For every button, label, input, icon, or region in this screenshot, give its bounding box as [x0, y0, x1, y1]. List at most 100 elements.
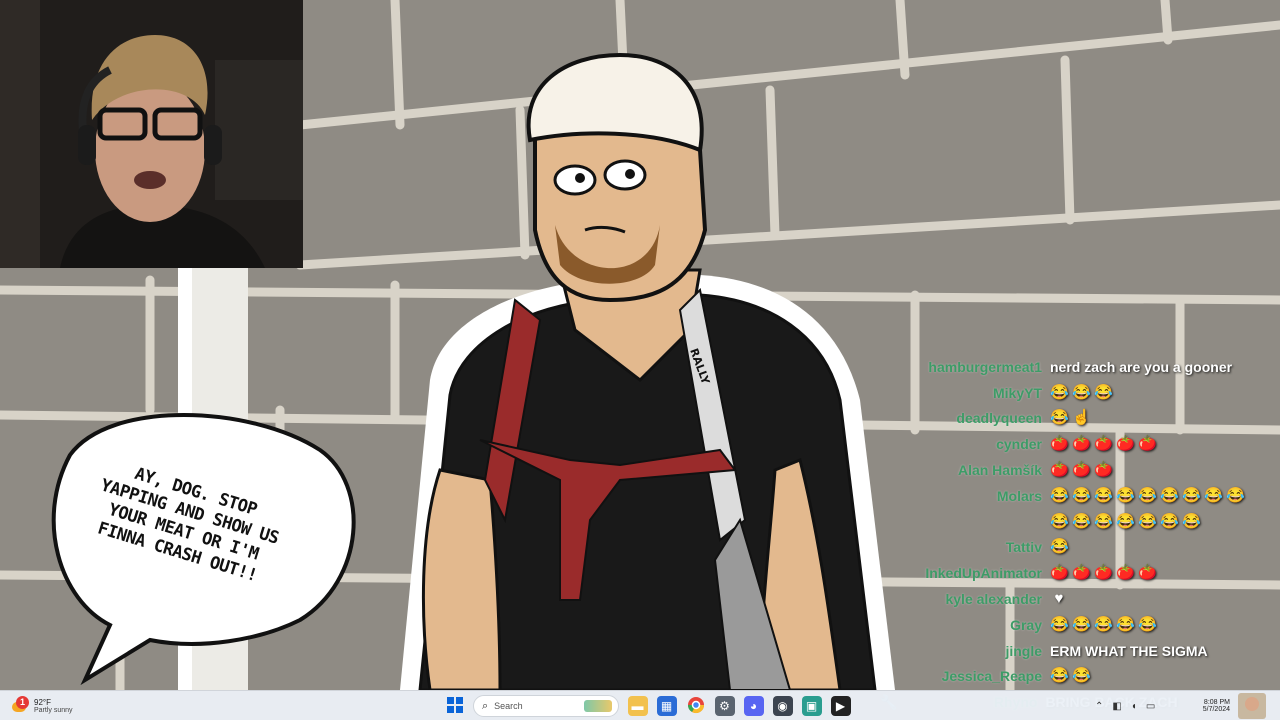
- point-up-emote: ☝: [1072, 409, 1091, 427]
- tomato-emote: 🍅: [1116, 435, 1135, 453]
- tomato-emote: 🍅: [1094, 461, 1113, 479]
- laugh-emote: 😂: [1094, 486, 1113, 504]
- media-icon[interactable]: ▶: [830, 696, 851, 716]
- chat-message-body: nerd zach are you a gooner: [1050, 359, 1232, 375]
- chat-username[interactable]: hamburgermeat1: [880, 359, 1050, 375]
- clock-date: 5/7/2024: [1202, 706, 1230, 713]
- chat-message-body: 😂 ☝: [1050, 409, 1091, 427]
- heart-emote: ♥: [1054, 590, 1064, 608]
- chat-overlay: hamburgermeat1 nerd zach are you a gooner…: [880, 354, 1280, 715]
- laugh-emote: 😂: [1138, 512, 1157, 530]
- notification-badge: 1: [16, 696, 29, 709]
- laugh-emote: 😂: [1160, 486, 1179, 504]
- system-tray: ⌃ ◧ ◖ ▭: [1095, 691, 1155, 720]
- chat-message-body: 😂 😂: [1050, 667, 1091, 685]
- chat-message: Alan Hamšík 🍅 🍅 🍅: [880, 457, 1280, 483]
- chrome-icon[interactable]: [686, 696, 706, 716]
- chat-message-body: ERM WHAT THE SIGMA: [1050, 643, 1208, 659]
- chat-username[interactable]: kyle alexander: [880, 591, 1050, 607]
- laugh-emote: 😂: [1116, 486, 1135, 504]
- laugh-emote: 😂: [1160, 512, 1179, 530]
- chat-message: Jessica_Reape 😂 😂: [880, 664, 1280, 690]
- windows-taskbar: 1 92°F Partly sunny ⌕ Search ▬ ▦ ⚙ ◕ ◉ ▣…: [0, 690, 1280, 720]
- chat-username[interactable]: Molars: [880, 488, 1050, 504]
- tomato-emote: 🍅: [1050, 564, 1069, 582]
- tomato-emote: 🍅: [1072, 435, 1091, 453]
- laugh-emote: 😂: [1094, 615, 1113, 633]
- chat-username[interactable]: jingle: [880, 643, 1050, 659]
- laugh-emote: 😂: [1072, 486, 1091, 504]
- laugh-emote: 😂: [1050, 512, 1069, 530]
- laugh-emote: 😂: [1182, 486, 1201, 504]
- taskbar-search-box[interactable]: ⌕ Search: [473, 695, 619, 717]
- file-explorer-icon[interactable]: ▬: [627, 696, 648, 716]
- chat-message: jingle ERM WHAT THE SIGMA: [880, 638, 1280, 664]
- laugh-emote: 😂: [1050, 615, 1069, 633]
- taskbar-clock[interactable]: 8:08 PM 5/7/2024: [1196, 691, 1230, 720]
- tomato-emote: 🍅: [1138, 564, 1157, 582]
- tray-chevron-icon[interactable]: ⌃: [1095, 701, 1103, 712]
- obs-icon[interactable]: ▣: [801, 696, 822, 716]
- chat-message-body: 🍅 🍅 🍅 🍅 🍅: [1050, 435, 1157, 453]
- laugh-emote: 😂: [1116, 615, 1135, 633]
- tomato-emote: 🍅: [1094, 435, 1113, 453]
- tomato-emote: 🍅: [1050, 435, 1069, 453]
- search-icon: ⌕: [482, 699, 489, 712]
- laugh-emote: 😂: [1072, 667, 1091, 685]
- network-icon[interactable]: ◧: [1112, 701, 1121, 712]
- chat-message: MikyYT 😂 😂 😂: [880, 380, 1280, 406]
- chat-username[interactable]: Jessica_Reape: [880, 668, 1050, 684]
- settings-icon[interactable]: ⚙: [714, 696, 735, 716]
- tomato-emote: 🍅: [1050, 461, 1069, 479]
- battery-icon[interactable]: ▭: [1146, 701, 1155, 712]
- chat-message: kyle alexander ♥: [880, 586, 1280, 612]
- chat-username[interactable]: Alan Hamšík: [880, 462, 1050, 478]
- weather-widget[interactable]: 1 92°F Partly sunny: [10, 691, 73, 720]
- store-icon[interactable]: ▦: [656, 696, 677, 716]
- chat-message: Tattiv 😂: [880, 535, 1280, 561]
- volume-icon[interactable]: ◖: [1131, 701, 1137, 712]
- discord-icon[interactable]: ◕: [743, 696, 764, 716]
- weather-temp: 92°F: [34, 698, 51, 707]
- laugh-emote: 😂: [1226, 486, 1245, 504]
- laugh-emote: 😂: [1072, 512, 1091, 530]
- chat-username[interactable]: cynder: [880, 436, 1050, 452]
- chat-username[interactable]: deadlyqueen: [880, 410, 1050, 426]
- chat-message: 😂 😂 😂 😂 😂 😂 😂: [880, 509, 1280, 535]
- notification-avatar[interactable]: [1238, 691, 1266, 720]
- weather-icon: 1: [10, 696, 30, 716]
- laugh-emote: 😂: [1116, 512, 1135, 530]
- tomato-emote: 🍅: [1094, 564, 1113, 582]
- chat-message-body: 😂 😂 😂 😂 😂 😂 😂: [1050, 512, 1201, 531]
- laugh-emote: 😂: [1050, 667, 1069, 685]
- laugh-emote: 😂: [1138, 615, 1157, 633]
- chat-message: hamburgermeat1 nerd zach are you a gooner: [880, 354, 1280, 380]
- chat-message-body: 😂: [1050, 538, 1069, 556]
- chat-message-body: 😂 😂 😂 😂 😂: [1050, 615, 1157, 634]
- webcam-app-icon[interactable]: ◉: [772, 696, 793, 716]
- tomato-emote: 🍅: [1138, 435, 1157, 453]
- chat-username[interactable]: Gray: [880, 617, 1050, 633]
- chat-message: Molars 😂 😂 😂 😂 😂 😂 😂 😂 😂: [880, 483, 1280, 509]
- start-icon[interactable]: [445, 696, 465, 716]
- chat-message-body: 😂 😂 😂: [1050, 383, 1113, 402]
- laugh-emote: 😂: [1094, 383, 1113, 401]
- laugh-emote: 😂: [1050, 383, 1069, 401]
- tomato-emote: 🍅: [1072, 461, 1091, 479]
- search-placeholder: Search: [494, 701, 523, 711]
- chat-username[interactable]: MikyYT: [880, 385, 1050, 401]
- laugh-emote: 😂: [1182, 512, 1201, 530]
- stream-frame: RALLY AY, DOG. STOP YAPPING AND SHOW US …: [0, 0, 1280, 720]
- chat-message: deadlyqueen 😂 ☝: [880, 406, 1280, 432]
- laugh-emote: 😂: [1094, 512, 1113, 530]
- webcam-overlay: [0, 0, 303, 268]
- laugh-emote: 😂: [1138, 486, 1157, 504]
- laugh-emote: 😂: [1204, 486, 1223, 504]
- taskbar-center: ⌕ Search ▬ ▦ ⚙ ◕ ◉ ▣ ▶: [440, 691, 855, 720]
- chat-message-text: nerd zach are you a gooner: [1050, 358, 1233, 375]
- chat-username[interactable]: Tattiv: [880, 539, 1050, 555]
- chat-message-text: ERM WHAT THE SIGMA: [1050, 642, 1208, 659]
- chat-message: InkedUpAnimator 🍅 🍅 🍅 🍅 🍅: [880, 560, 1280, 586]
- chat-username[interactable]: InkedUpAnimator: [880, 565, 1050, 581]
- tomato-emote: 🍅: [1116, 564, 1135, 582]
